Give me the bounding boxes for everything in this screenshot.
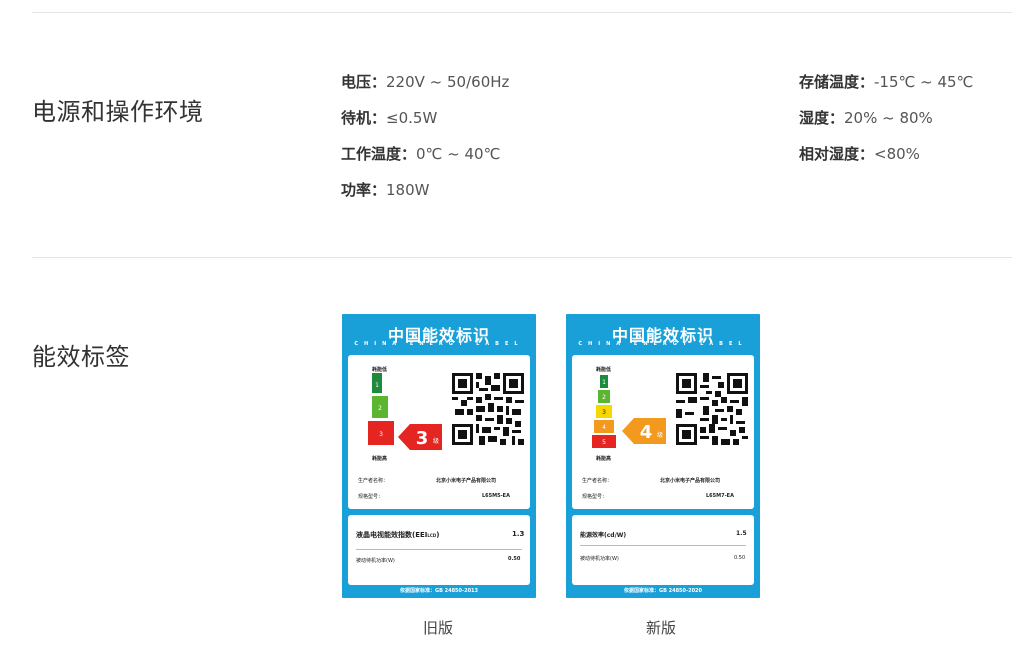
label-subtitle: CHINA ENERGY LABEL — [354, 341, 524, 347]
grade-number: 3 — [416, 428, 429, 449]
label-low-text: 耗能低 — [372, 367, 388, 373]
metrics-divider — [580, 545, 746, 546]
grade-unit: 级 — [433, 437, 439, 445]
energy-label-old: 中国能效标识 CHINA ENERGY LABEL 耗能低 1 2 3 3 级 … — [342, 314, 536, 598]
top-divider — [32, 12, 1012, 13]
grade-level-1: 1 — [602, 379, 606, 386]
power-section-title: 电源和操作环境 — [32, 98, 204, 126]
label-footer: 依据国家标准：GB 24850-2013 — [399, 588, 479, 594]
grade-level-3: 3 — [379, 431, 383, 438]
producer-key: 生产者名称： — [582, 478, 613, 484]
label-metrics-panel: 能源效率(cd/W) 1.5 被动待机功率(W) 0.50 — [572, 515, 754, 585]
qr-code-icon — [676, 373, 748, 445]
grade-number: 4 — [640, 422, 653, 443]
spec-working-temp: 工作温度：0℃ ~ 40℃ — [341, 145, 501, 163]
label-low-text: 耗能低 — [596, 367, 612, 373]
caption-new: 新版 — [646, 619, 677, 637]
label-main-panel: 耗能低 1 2 3 4 5 4 级 耗能高 生产者名称： 北京小米电子产品有限公… — [572, 355, 754, 509]
label-footer: 依据国家标准：GB 24850-2020 — [623, 588, 703, 594]
spec-standby: 待机：≤0.5W — [341, 109, 438, 127]
label-subtitle: CHINA ENERGY LABEL — [578, 341, 748, 347]
grade-level-5: 5 — [602, 439, 606, 446]
spec-power: 功率：180W — [341, 181, 430, 199]
metric1-value: 1.3 — [512, 530, 525, 538]
spec-storage-temp: 存储温度：-15℃ ~ 45℃ — [799, 73, 974, 91]
energy-section-title: 能效标签 — [32, 343, 130, 371]
caption-old: 旧版 — [423, 619, 454, 637]
section-divider — [32, 257, 1012, 258]
metric1-key: 液晶电视能效指数(EEILCD) — [356, 531, 440, 539]
metric1-key: 能源效率(cd/W) — [580, 532, 627, 539]
grade-level-2: 2 — [602, 394, 606, 401]
grade-level-2: 2 — [378, 405, 382, 412]
model-key: 规格型号： — [358, 494, 384, 500]
model-value: L65M7-EA — [706, 493, 734, 499]
spec-relative-humidity: 相对湿度：<80% — [799, 145, 920, 163]
metrics-divider — [356, 549, 522, 550]
producer-value: 北京小米电子产品有限公司 — [660, 478, 721, 484]
qr-code-icon — [452, 373, 524, 445]
energy-label-new: 中国能效标识 CHINA ENERGY LABEL 耗能低 1 2 3 4 5 … — [566, 314, 760, 598]
metric2-value: 0.50 — [508, 556, 521, 562]
grade-indicator-new: 4 级 — [622, 418, 666, 444]
producer-value: 北京小米电子产品有限公司 — [436, 478, 497, 484]
grade-level-4: 4 — [602, 424, 606, 431]
label-high-text: 耗能高 — [372, 456, 388, 462]
metric2-key: 被动待机功率(W) — [356, 558, 395, 564]
model-key: 规格型号： — [582, 494, 608, 500]
label-high-text: 耗能高 — [596, 456, 612, 462]
metric1-value: 1.5 — [736, 530, 747, 537]
metric2-key: 被动待机功率(W) — [580, 556, 619, 562]
spec-voltage: 电压：220V ~ 50/60Hz — [341, 73, 510, 91]
grade-level-3: 3 — [602, 409, 606, 416]
metric2-value: 0.50 — [734, 555, 746, 561]
label-metrics-panel: 液晶电视能效指数(EEILCD) 1.3 被动待机功率(W) 0.50 — [348, 515, 530, 585]
grade-indicator-old: 3 级 — [398, 424, 442, 450]
grade-level-1: 1 — [375, 382, 379, 389]
producer-key: 生产者名称： — [358, 478, 389, 484]
model-value: L65M5-EA — [482, 493, 510, 499]
grade-unit: 级 — [657, 431, 663, 439]
label-main-panel: 耗能低 1 2 3 3 级 耗能高 生产者名称： 北京小米电子产品有限公司 规格… — [348, 355, 530, 509]
spec-humidity: 湿度：20% ~ 80% — [799, 109, 933, 127]
